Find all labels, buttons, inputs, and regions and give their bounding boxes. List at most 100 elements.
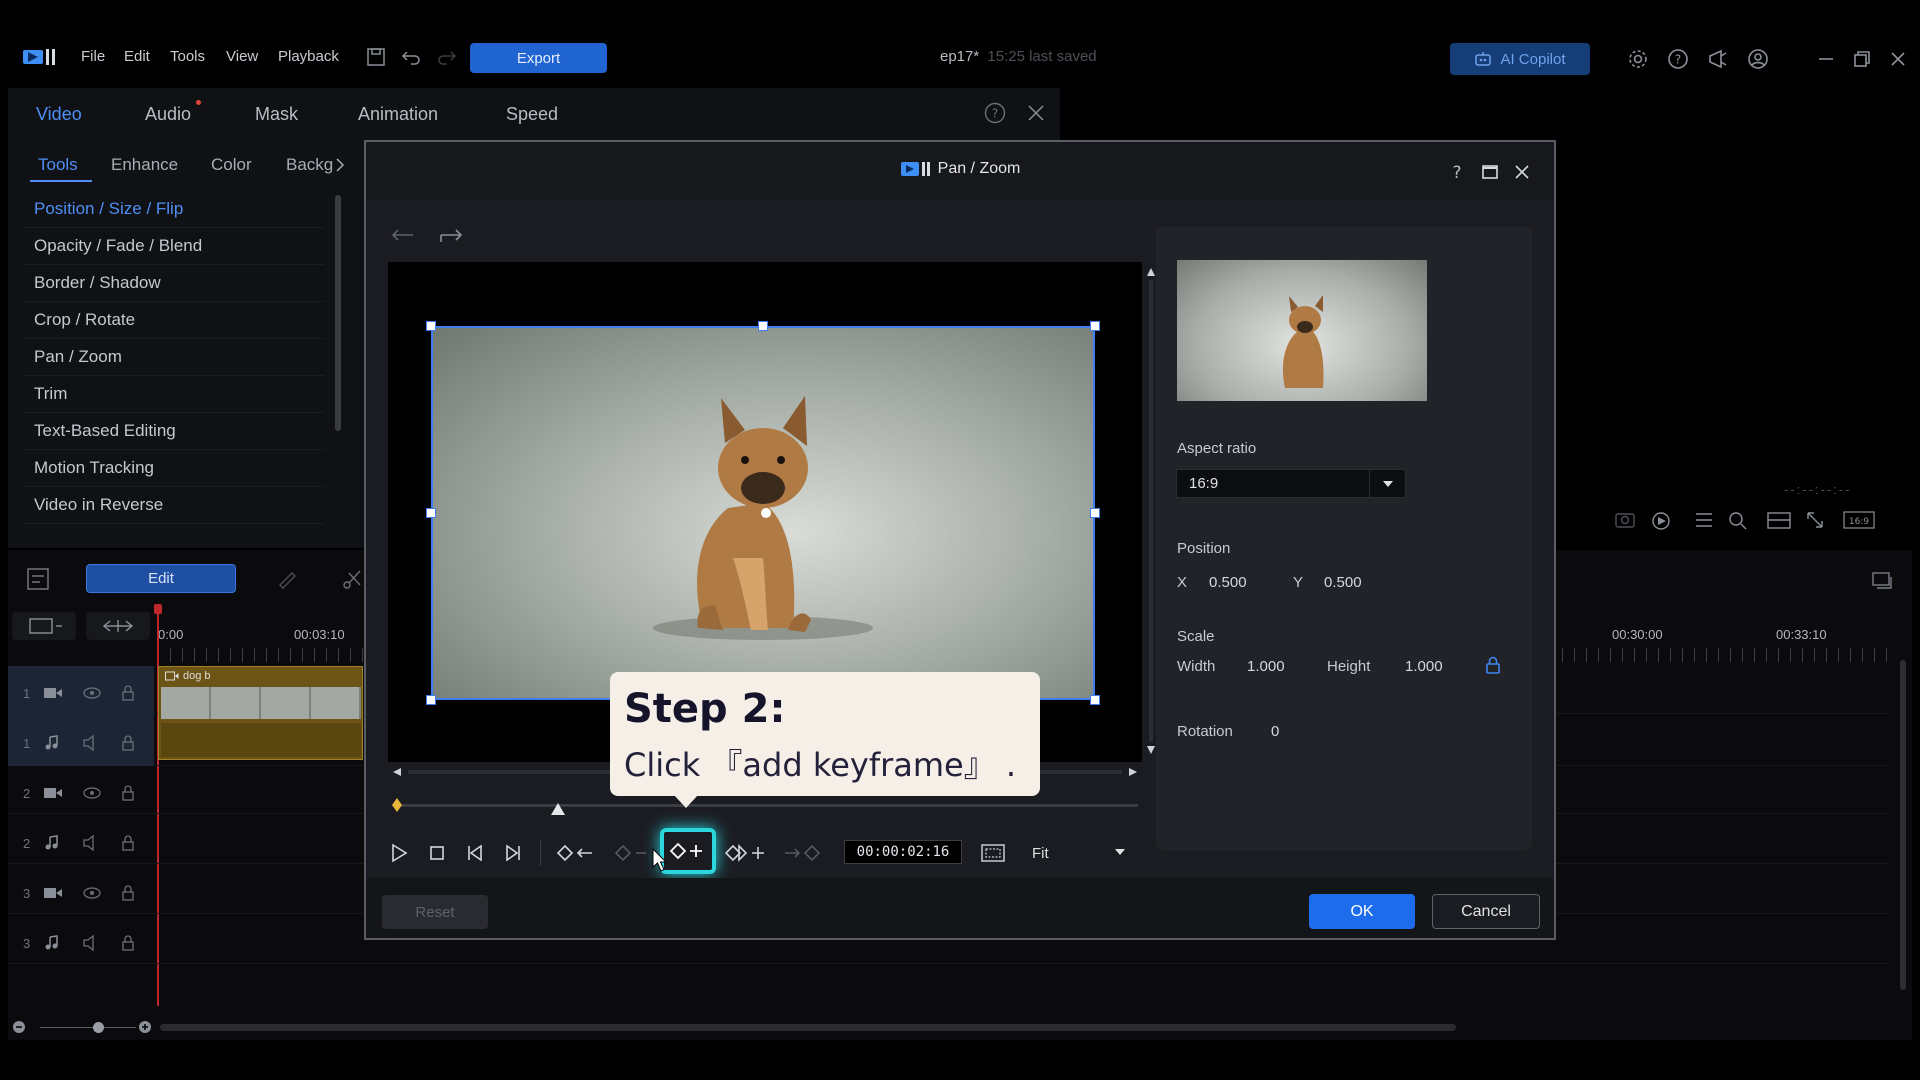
menu-edit[interactable]: Edit bbox=[124, 48, 150, 65]
ai-copilot-button[interactable]: AI Copilot bbox=[1450, 43, 1590, 75]
zoom-out-icon[interactable] bbox=[12, 1020, 26, 1034]
scale-width-input[interactable]: 1.000 bbox=[1247, 658, 1285, 675]
svg-text:?: ? bbox=[992, 107, 998, 121]
playhead-handle[interactable] bbox=[154, 604, 162, 614]
previous-frame-button[interactable] bbox=[460, 838, 490, 868]
resize-handle-right[interactable] bbox=[1090, 508, 1100, 518]
redo-icon[interactable] bbox=[436, 47, 458, 67]
ok-button[interactable]: OK bbox=[1309, 894, 1415, 929]
timecode-display[interactable]: 00:00:02:16 bbox=[844, 840, 962, 864]
dialog-help-icon[interactable]: ? bbox=[1446, 161, 1468, 183]
undo-icon[interactable] bbox=[400, 47, 422, 67]
track-number: 1 bbox=[23, 736, 31, 751]
lock-aspect-icon[interactable] bbox=[1484, 655, 1502, 675]
menu-view[interactable]: View bbox=[226, 48, 258, 65]
help-icon[interactable]: ? bbox=[1666, 47, 1690, 71]
panel-help-icon[interactable]: ? bbox=[984, 102, 1006, 124]
remove-keyframe-button[interactable] bbox=[614, 838, 654, 868]
preview-toolbar: 16:9 bbox=[1610, 508, 1876, 532]
save-icon[interactable] bbox=[366, 47, 386, 67]
dialog-maximize-icon[interactable] bbox=[1480, 162, 1500, 182]
tab-animation[interactable]: Animation bbox=[358, 104, 438, 125]
minimize-icon[interactable] bbox=[1814, 47, 1838, 71]
reset-button[interactable]: Reset bbox=[382, 895, 488, 929]
edit-button[interactable]: Edit bbox=[86, 564, 236, 593]
tool-border-shadow[interactable]: Border / Shadow bbox=[24, 265, 324, 302]
menu-tools[interactable]: Tools bbox=[170, 48, 205, 65]
next-frame-button[interactable] bbox=[498, 838, 528, 868]
dialog-undo-icon[interactable] bbox=[390, 226, 416, 246]
keyframe-marker-start[interactable] bbox=[390, 797, 404, 813]
title-bar bbox=[0, 0, 1920, 86]
tools-scrollbar[interactable] bbox=[335, 195, 341, 431]
keyframe-track[interactable] bbox=[398, 804, 1138, 807]
zoom-fit-select[interactable]: Fit bbox=[1022, 838, 1134, 868]
dialog-close-icon[interactable] bbox=[1512, 162, 1532, 182]
tool-motion-tracking[interactable]: Motion Tracking bbox=[24, 450, 324, 487]
project-title: ep17* 15:25 last saved bbox=[940, 48, 1097, 65]
tab-audio[interactable]: Audio bbox=[145, 104, 191, 125]
tool-position-size-flip[interactable]: Position / Size / Flip bbox=[24, 191, 324, 228]
tool-video-in-reverse[interactable]: Video in Reverse bbox=[24, 487, 324, 524]
close-app-icon[interactable] bbox=[1886, 47, 1910, 71]
preview-vertical-scrollbar[interactable] bbox=[1146, 266, 1156, 756]
timeline-horizontal-scrollbar[interactable] bbox=[160, 1024, 1456, 1031]
resize-handle-top[interactable] bbox=[758, 321, 768, 331]
arrange-icon[interactable] bbox=[26, 567, 50, 591]
tool-trim[interactable]: Trim bbox=[24, 376, 324, 413]
aspect-ratio-select[interactable]: 16:9 bbox=[1176, 469, 1406, 498]
center-point-handle[interactable] bbox=[761, 508, 771, 518]
tooltip-body: Click 『add keyframe』 . bbox=[624, 746, 1017, 784]
tool-crop-rotate[interactable]: Crop / Rotate bbox=[24, 302, 324, 339]
resize-handle-bottom-left[interactable] bbox=[426, 695, 436, 705]
dialog-redo-icon[interactable] bbox=[438, 226, 464, 246]
safe-zone-icon[interactable] bbox=[980, 842, 1006, 864]
tool-opacity-fade-blend[interactable]: Opacity / Fade / Blend bbox=[24, 228, 324, 265]
last-saved-text: 15:25 last saved bbox=[987, 48, 1097, 65]
tab-speed[interactable]: Speed bbox=[506, 104, 558, 125]
menu-playback[interactable]: Playback bbox=[278, 48, 339, 65]
toolbar-divider bbox=[540, 840, 541, 866]
rotation-label: Rotation bbox=[1177, 723, 1233, 740]
add-keyframe-button[interactable] bbox=[666, 836, 710, 866]
ruler-time-3310: 00:33:10 bbox=[1776, 627, 1827, 642]
account-user-icon[interactable] bbox=[1746, 47, 1770, 71]
rotation-input[interactable]: 0 bbox=[1271, 723, 1279, 740]
zoom-slider-thumb[interactable] bbox=[93, 1022, 104, 1033]
tooltip-title: Step 2: bbox=[624, 686, 786, 732]
tool-text-based-editing[interactable]: Text-Based Editing bbox=[24, 413, 324, 450]
tab-video[interactable]: Video bbox=[36, 104, 82, 125]
timeline-vertical-scrollbar[interactable] bbox=[1900, 660, 1906, 990]
export-button[interactable]: Export bbox=[470, 43, 607, 73]
resize-handle-bottom-right[interactable] bbox=[1090, 695, 1100, 705]
resize-handle-top-left[interactable] bbox=[426, 321, 436, 331]
cancel-button[interactable]: Cancel bbox=[1432, 894, 1540, 929]
resize-handle-left[interactable] bbox=[426, 508, 436, 518]
zoom-slider-track[interactable] bbox=[40, 1027, 136, 1028]
resize-handle-top-right[interactable] bbox=[1090, 321, 1100, 331]
timeline-clip-dog-b[interactable]: dog b bbox=[158, 666, 363, 760]
previous-keyframe-button[interactable] bbox=[556, 838, 596, 868]
scale-height-input[interactable]: 1.000 bbox=[1405, 658, 1443, 675]
add-track-button[interactable] bbox=[12, 612, 76, 640]
play-button[interactable] bbox=[384, 838, 414, 868]
stop-button[interactable] bbox=[422, 838, 452, 868]
panel-close-icon[interactable] bbox=[1026, 103, 1046, 123]
fit-timeline-button[interactable] bbox=[86, 612, 150, 640]
keyframe-track-cursor[interactable] bbox=[550, 802, 566, 816]
scissors-icon[interactable] bbox=[342, 568, 362, 590]
tool-pan-zoom[interactable]: Pan / Zoom bbox=[24, 339, 324, 376]
timeline-settings-icon[interactable] bbox=[1870, 568, 1894, 592]
settings-gear-icon[interactable] bbox=[1626, 47, 1650, 71]
notification-megaphone-icon[interactable] bbox=[1706, 47, 1730, 71]
restore-window-icon[interactable] bbox=[1850, 47, 1874, 71]
tab-mask[interactable]: Mask bbox=[255, 104, 298, 125]
zoom-in-icon[interactable] bbox=[138, 1020, 152, 1034]
tooltip-pointer bbox=[674, 795, 698, 809]
menu-file[interactable]: File bbox=[81, 48, 105, 65]
position-x-input[interactable]: 0.500 bbox=[1209, 574, 1247, 591]
duplicate-keyframe-button[interactable] bbox=[724, 838, 768, 868]
pen-icon[interactable] bbox=[276, 569, 300, 589]
position-y-input[interactable]: 0.500 bbox=[1324, 574, 1362, 591]
next-keyframe-button[interactable] bbox=[782, 838, 822, 868]
